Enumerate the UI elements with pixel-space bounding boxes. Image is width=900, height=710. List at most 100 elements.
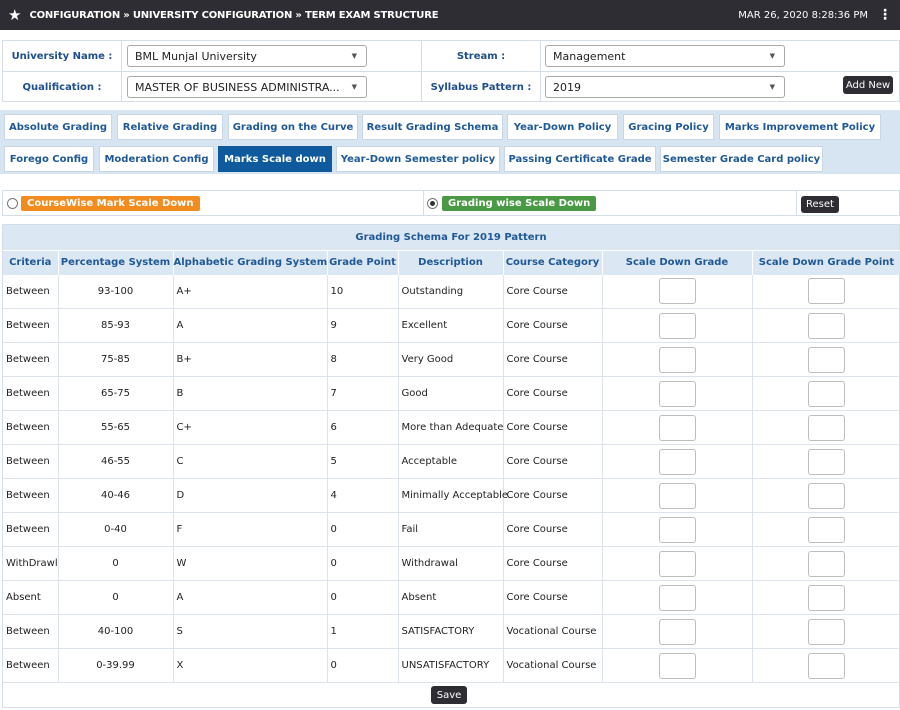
scale-down-grade-point-input[interactable] xyxy=(808,448,845,475)
tab-absolute-grading[interactable]: Absolute Grading xyxy=(4,114,112,140)
cell-description: Excellent xyxy=(398,308,504,343)
scale-down-grade-input[interactable] xyxy=(658,516,696,543)
cell-scale-down-grade xyxy=(602,308,753,343)
scale-down-grade-input[interactable] xyxy=(658,652,696,679)
column-header-scale-down-grade-point: Scale Down Grade Point xyxy=(752,250,900,275)
dropdown-caret-icon: ▼ xyxy=(769,52,775,60)
cell-alphabetic-grade: X xyxy=(173,648,328,683)
cell-course-category: Core Course xyxy=(503,580,603,615)
scale-down-grade-point-input[interactable] xyxy=(808,652,845,679)
coursewise-scale-down-label[interactable]: CourseWise Mark Scale Down xyxy=(21,196,200,211)
coursewise-radio[interactable] xyxy=(7,198,18,209)
cell-course-category: Core Course xyxy=(503,342,603,377)
qualification-label: Qualification : xyxy=(3,72,122,102)
cell-criteria: Between xyxy=(3,444,59,479)
table-row: Between 40-100 S 1 SATISFACTORY Vocational Co… xyxy=(3,614,900,649)
dropdown-caret-icon: ▼ xyxy=(351,52,357,60)
qualification-select[interactable]: MASTER OF BUSINESS ADMINISTRA... ▼ xyxy=(127,76,367,98)
cell-percentage: 46-55 xyxy=(58,444,174,479)
scale-down-grade-point-input[interactable] xyxy=(808,584,845,611)
cell-description: Fail xyxy=(398,512,504,547)
tab-marks-improvement-policy[interactable]: Marks Improvement Policy xyxy=(719,114,881,140)
stream-select[interactable]: Management ▼ xyxy=(545,45,785,67)
tab-relative-grading[interactable]: Relative Grading xyxy=(117,114,223,140)
scale-down-grade-input[interactable] xyxy=(658,380,696,407)
reset-button[interactable]: Reset xyxy=(801,196,839,213)
university-label: University Name : xyxy=(3,41,122,71)
scale-down-grade-point-input[interactable] xyxy=(808,482,845,509)
table-row: WithDrawl 0 W 0 Withdrawal Core Course xyxy=(3,546,900,581)
syllabus-label: Syllabus Pattern : xyxy=(421,72,541,102)
cell-percentage: 0 xyxy=(58,546,174,581)
scale-down-grade-input[interactable] xyxy=(658,448,696,475)
cell-percentage: 40-100 xyxy=(58,614,174,649)
cell-course-category: Core Course xyxy=(503,546,603,581)
star-icon[interactable]: ★ xyxy=(8,7,21,23)
scale-down-grade-input[interactable] xyxy=(658,346,696,373)
cell-description: Minimally Acceptable xyxy=(398,478,508,513)
tab-grading-on-the-curve[interactable]: Grading on the Curve xyxy=(228,114,358,140)
add-new-button[interactable]: Add New xyxy=(843,76,893,94)
scale-down-grade-point-input[interactable] xyxy=(808,346,845,373)
tab-year-down-policy[interactable]: Year-Down Policy xyxy=(507,114,618,140)
syllabus-value: 2019 xyxy=(553,80,581,94)
qualification-value: MASTER OF BUSINESS ADMINISTRA... xyxy=(135,80,340,94)
syllabus-select[interactable]: 2019 ▼ xyxy=(545,76,785,98)
gradingwise-scale-down-label[interactable]: Grading wise Scale Down xyxy=(442,196,597,211)
cell-percentage: 40-46 xyxy=(58,478,174,513)
cell-scale-down-grade-point xyxy=(752,546,900,581)
scale-down-grade-point-input[interactable] xyxy=(808,550,845,577)
cell-course-category: Core Course xyxy=(503,410,603,445)
cell-criteria: Between xyxy=(3,376,59,411)
gradingwise-radio[interactable] xyxy=(427,198,438,209)
cell-alphabetic-grade: D xyxy=(173,478,328,513)
scale-down-grade-input[interactable] xyxy=(658,278,696,305)
cell-description: Good xyxy=(398,376,504,411)
save-button[interactable]: Save xyxy=(431,686,467,704)
cell-description: Acceptable xyxy=(398,444,504,479)
tab-passing-certificate-grade[interactable]: Passing Certificate Grade xyxy=(504,146,656,172)
table-row: Between 75-85 B+ 8 Very Good Core Course xyxy=(3,342,900,377)
tab-result-grading-schema[interactable]: Result Grading Schema xyxy=(362,114,503,140)
tab-year-down-semester-policy[interactable]: Year-Down Semester policy xyxy=(336,146,500,172)
filter-panel: University Name : BML Munjal University … xyxy=(2,40,900,102)
stream-value: Management xyxy=(553,49,626,63)
cell-course-category: Core Course xyxy=(503,512,603,547)
scale-down-grade-point-input[interactable] xyxy=(808,312,845,339)
scale-down-grade-point-input[interactable] xyxy=(808,278,845,305)
table-header-row: Criteria Percentage System Alphabetic Gr… xyxy=(3,250,900,275)
tab-moderation-config[interactable]: Moderation Config xyxy=(99,146,214,172)
scale-down-grade-input[interactable] xyxy=(658,618,696,645)
cell-scale-down-grade xyxy=(602,512,753,547)
university-select[interactable]: BML Munjal University ▼ xyxy=(127,45,367,67)
cell-scale-down-grade-point xyxy=(752,342,900,377)
scale-down-grade-input[interactable] xyxy=(658,482,696,509)
scale-down-grade-point-input[interactable] xyxy=(808,380,845,407)
cell-criteria: Between xyxy=(3,308,59,343)
cell-percentage: 93-100 xyxy=(58,274,174,309)
scale-down-grade-input[interactable] xyxy=(658,312,696,339)
cell-alphabetic-grade: B+ xyxy=(173,342,328,377)
scale-down-grade-point-input[interactable] xyxy=(808,414,845,441)
scale-down-grade-point-input[interactable] xyxy=(808,618,845,645)
cell-criteria: Between xyxy=(3,342,59,377)
scale-down-grade-point-input[interactable] xyxy=(808,516,845,543)
tab-forego-config[interactable]: Forego Config xyxy=(4,146,94,172)
tab-marks-scale-down[interactable]: Marks Scale down xyxy=(218,146,332,172)
tab-semester-grade-card-policy[interactable]: Semester Grade Card policy xyxy=(660,146,823,172)
tab-gracing-policy[interactable]: Gracing Policy xyxy=(623,114,714,140)
table-row: Between 40-46 D 4 Minimally Acceptable Core C… xyxy=(3,478,900,513)
dropdown-caret-icon: ▼ xyxy=(351,83,357,91)
column-header-alphabetic-grading-system: Alphabetic Grading System xyxy=(173,250,328,275)
cell-percentage: 0 xyxy=(58,580,174,615)
kebab-menu-icon[interactable]: ⋮ xyxy=(878,8,892,22)
scale-down-grade-input[interactable] xyxy=(658,584,696,611)
cell-grade-point: 10 xyxy=(327,274,399,309)
cell-description: Withdrawal xyxy=(398,546,504,581)
cell-description: UNSATISFACTORY xyxy=(398,648,504,683)
scale-down-grade-input[interactable] xyxy=(658,550,696,577)
cell-description: Outstanding xyxy=(398,274,504,309)
config-tabs: Absolute Grading Relative Grading Gradin… xyxy=(0,110,900,174)
scale-down-grade-input[interactable] xyxy=(658,414,696,441)
cell-scale-down-grade-point xyxy=(752,410,900,445)
